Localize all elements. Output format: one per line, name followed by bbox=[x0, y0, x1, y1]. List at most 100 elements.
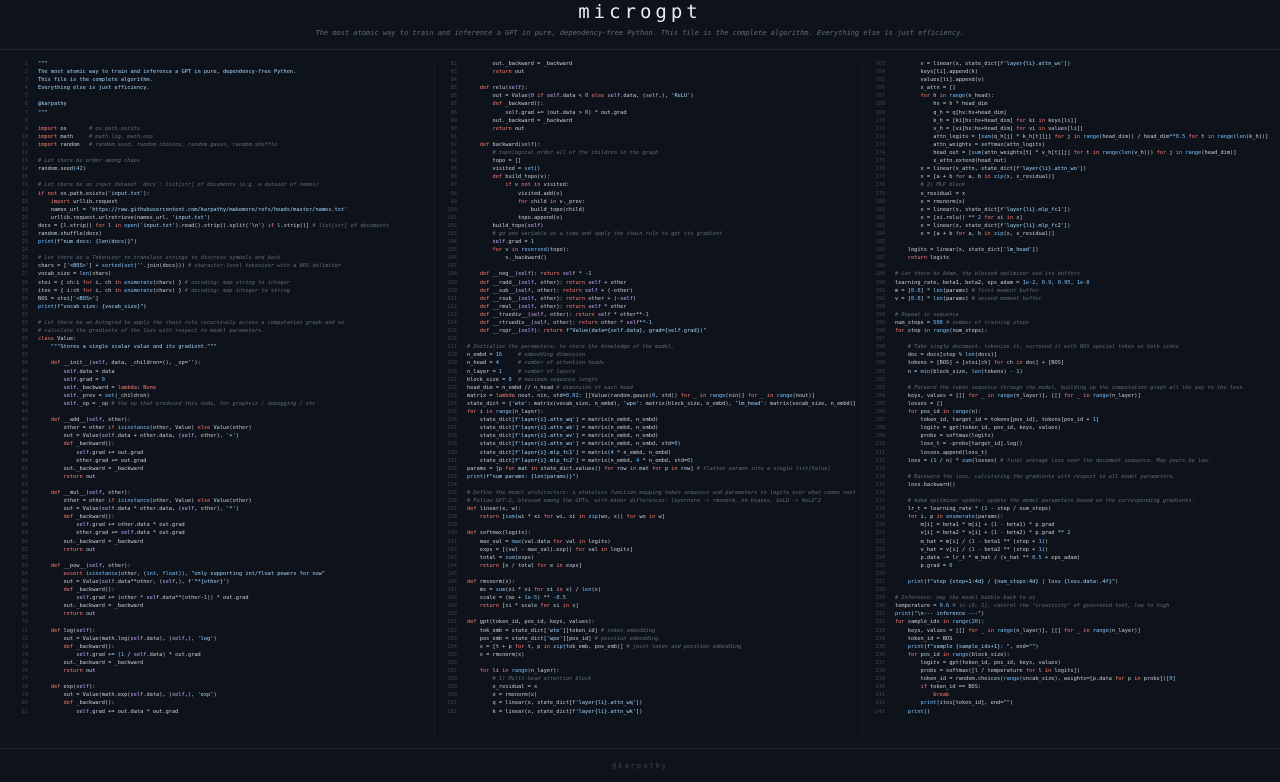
code-line: 2 The most atomic way to train and infere… bbox=[6, 68, 426, 76]
line-number: 166 bbox=[875, 85, 885, 92]
line-number: 27 bbox=[21, 271, 28, 278]
line-number: 122 bbox=[447, 384, 457, 391]
line-number: 57 bbox=[21, 514, 28, 521]
code-line: 45 def __add__(self, other): bbox=[6, 416, 426, 424]
code-line: 73 def _backward(): bbox=[6, 643, 426, 651]
code-line: 120 n_layer = 1 # number of layers bbox=[435, 368, 855, 376]
code-text: max_val = max(val.data for val in logits… bbox=[467, 538, 611, 545]
code-line: 13 # Let there be order among chaos bbox=[6, 157, 426, 165]
line-number: 40 bbox=[21, 376, 28, 383]
code-text: q_h = q[hs:hs+head_dim] bbox=[895, 109, 1007, 116]
code-line: 75 out._backward = _backward bbox=[6, 659, 426, 667]
code-line: 126 state_dict[f'layer{i}.attn_wq'] = ma… bbox=[435, 416, 855, 424]
code-line: 141 max_val = max(val.data for val in lo… bbox=[435, 538, 855, 546]
code-text: v_hat = v[i] / (1 - beta2 ** (step + 1)) bbox=[895, 546, 1049, 553]
code-text: state_dict[f'layer{i}.attn_wk'] = matrix… bbox=[467, 425, 659, 432]
code-line: 99 for child in v._prev: bbox=[435, 198, 855, 206]
code-line: 63 def __pow__(self, other): bbox=[6, 562, 426, 570]
line-number: 11 bbox=[21, 141, 28, 148]
line-number: 180 bbox=[875, 198, 885, 205]
line-number: 142 bbox=[447, 546, 457, 553]
code-text: self.grad = 0 bbox=[63, 376, 105, 383]
code-text: for h in range(n_head): bbox=[920, 93, 994, 100]
code-text: self.grad += out.grad bbox=[76, 449, 144, 456]
code-text: matrix = lambda nout, nin, std=0.02: [[V… bbox=[467, 392, 815, 399]
code-text: out._backward = _backward bbox=[467, 61, 573, 67]
line-number: 75 bbox=[21, 659, 28, 666]
line-number: 193 bbox=[875, 303, 885, 310]
code-line: 172 attn_logits = [sum(q_h[j] * k_h[t][j… bbox=[863, 133, 1275, 141]
line-number: 132 bbox=[447, 465, 457, 472]
code-text: self.grad += out.data * out.grad bbox=[76, 708, 179, 715]
code-line: 42 self._prev = set(_children) bbox=[6, 392, 426, 400]
line-number: 224 bbox=[875, 554, 885, 561]
code-line: 196 for step in range(num_steps): bbox=[863, 327, 1275, 335]
code-text: def _backward(): bbox=[63, 441, 115, 448]
code-line: 20 urllib.request.urlretrieve(names_url,… bbox=[6, 214, 426, 222]
code-line: 76 return out bbox=[6, 667, 426, 675]
code-text: print(f"sample {sample_idx+1}: ", end=""… bbox=[907, 643, 1039, 650]
code-text: def _backward(): bbox=[492, 101, 544, 108]
line-number: 22 bbox=[21, 230, 28, 237]
code-column-1[interactable]: 1 """ 2 The most atomic way to train and in… bbox=[6, 60, 426, 740]
line-number: 227 bbox=[875, 579, 885, 585]
line-number: 117 bbox=[447, 344, 457, 351]
line-number: 94 bbox=[450, 158, 457, 165]
code-line: 186 logits = linear(x, state_dict['lm_he… bbox=[863, 246, 1275, 254]
line-number: 38 bbox=[21, 360, 28, 367]
footer-credit[interactable]: @karpathy bbox=[0, 758, 1280, 774]
code-text: print(f"vocab size: {vocab_size}") bbox=[38, 303, 147, 310]
line-number: 15 bbox=[21, 174, 28, 181]
code-column-2[interactable]: 82 out._backward = _backward 83 return ou… bbox=[434, 60, 855, 740]
line-number: 42 bbox=[21, 392, 28, 399]
code-text: return [e / total for e in exps] bbox=[479, 562, 582, 569]
code-line: 194 # Repeat in sequence bbox=[863, 311, 1275, 319]
line-number: 98 bbox=[450, 190, 457, 197]
line-number: 211 bbox=[875, 449, 885, 456]
code-line: 177 x = [a + b for a, b in zip(x, x_resi… bbox=[863, 173, 1275, 181]
code-text: def rmsnorm(x): bbox=[467, 579, 515, 585]
code-text: # Repeat in sequence bbox=[895, 311, 959, 318]
code-line: 25 # Let there be a Tokenizer to translat… bbox=[6, 254, 426, 262]
code-line: 5 bbox=[6, 92, 426, 100]
code-text: # Let there be an input dataset `docs`: … bbox=[38, 182, 319, 189]
code-line: 23 print(f"num docs: {len(docs)}") bbox=[6, 238, 426, 246]
line-number: 136 bbox=[447, 498, 457, 505]
code-text: print(f"num docs: {len(docs)}") bbox=[38, 239, 137, 246]
code-text: visited = set() bbox=[467, 166, 541, 173]
code-text: def _backward(): bbox=[63, 514, 115, 521]
line-number: 150 bbox=[447, 611, 457, 618]
code-line: 39 self.data = data bbox=[6, 368, 426, 376]
code-text: # go one variable at a time and apply th… bbox=[492, 230, 723, 237]
line-number: 32 bbox=[21, 311, 28, 318]
code-line: 84 bbox=[435, 76, 855, 84]
code-text: self.grad = 1 bbox=[492, 239, 534, 246]
code-line: 62 bbox=[6, 554, 426, 562]
code-line: 48 def _backward(): bbox=[6, 440, 426, 448]
code-text: k_h = [ki[hs:hs+head_dim] for ki in keys… bbox=[895, 117, 1077, 124]
code-text: other.grad += out.grad bbox=[38, 457, 147, 464]
code-column-3[interactable]: 163 v = linear(x, state_dict[f'layer{li}… bbox=[862, 60, 1275, 740]
code-line: 152 tok_emb = state_dict['wte'][token_id… bbox=[435, 627, 855, 635]
code-text: state_dict[f'layer{i}.attn_wq'] = matrix… bbox=[467, 417, 659, 424]
code-line: 32 bbox=[6, 311, 426, 319]
code-line: 8 bbox=[6, 117, 426, 125]
line-number: 207 bbox=[875, 417, 885, 424]
code-text: x = linear(x_attn, state_dict[f'layer{li… bbox=[895, 166, 1087, 173]
code-line: 241 break bbox=[863, 691, 1275, 699]
line-number: 195 bbox=[875, 320, 885, 326]
code-text: state_dict[f'layer{i}.attn_wv'] = matrix… bbox=[467, 433, 659, 440]
line-number: 172 bbox=[875, 133, 885, 140]
line-number: 178 bbox=[875, 182, 885, 189]
line-number: 30 bbox=[21, 295, 28, 302]
code-text: state_dict[f'layer{i}.attn_wo'] = matrix… bbox=[467, 441, 681, 448]
code-line: 225 p.grad = 0 bbox=[863, 562, 1275, 570]
line-number: 81 bbox=[21, 708, 28, 715]
code-text: losses.append(loss_t) bbox=[895, 449, 988, 456]
code-text: def __truediv__(self, other): return sel… bbox=[479, 311, 649, 318]
code-line: 227 print(f"step {step+1:4d} / {num_step… bbox=[863, 578, 1275, 586]
code-text: exps = [(val - max_val).exp() for val in… bbox=[467, 546, 633, 553]
line-number: 242 bbox=[875, 700, 885, 707]
line-number: 149 bbox=[447, 603, 457, 610]
line-number: 69 bbox=[21, 611, 28, 618]
